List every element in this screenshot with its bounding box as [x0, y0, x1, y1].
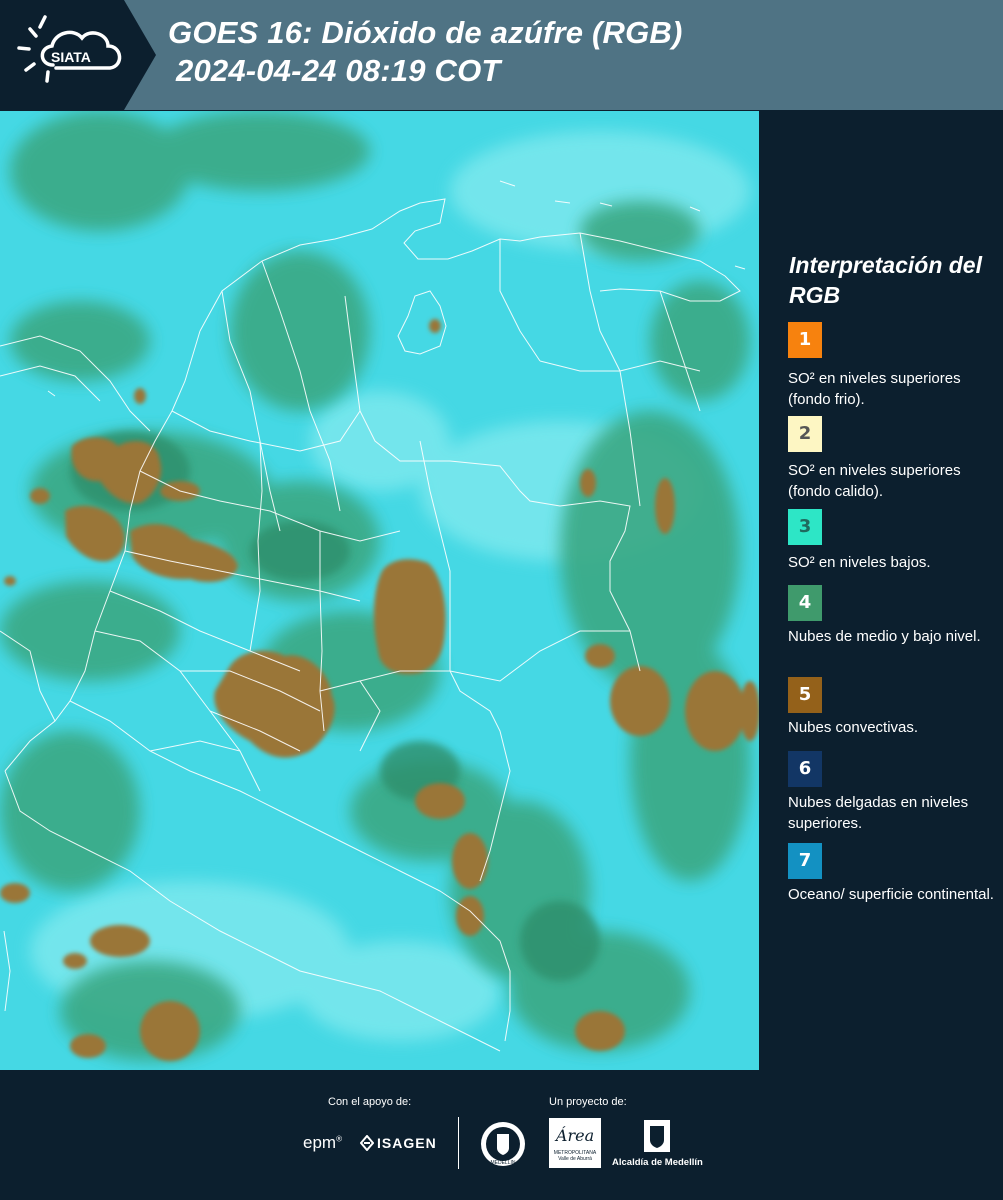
- legend-label-5: Nubes convectivas.: [788, 719, 919, 736]
- alcaldia-medellin-logo: Alcaldía de Medellín: [612, 1118, 703, 1168]
- epm-logo: epm®: [303, 1133, 342, 1152]
- legend-swatch-2: 2: [788, 416, 822, 452]
- isagen-icon: [360, 1135, 374, 1151]
- project-label: Un proyecto de:: [549, 1096, 627, 1108]
- legend-label-7: Oceano/ superficie continental.: [788, 886, 994, 903]
- medellin-seal: MEDELLIN: [479, 1120, 527, 1173]
- area-metropolitana-logo: Área METROPOLITANA Valle de Aburrá: [549, 1118, 601, 1168]
- legend-label-6: Nubes delgadas en niveles superiores.: [788, 794, 969, 832]
- siata-logo: SIATA: [0, 0, 158, 110]
- legend-label-3: SO² en niveles bajos.: [788, 554, 931, 571]
- support-label: Con el apoyo de:: [328, 1096, 412, 1108]
- satellite-map: [0, 111, 759, 1070]
- svg-text:MEDELLIN: MEDELLIN: [490, 1160, 515, 1166]
- header-bar: SIATA GOES 16: Dióxido de azúfre (RGB) 2…: [0, 0, 1003, 110]
- page-timestamp: 2024-04-24 08:19 COT: [176, 53, 501, 88]
- legend-swatch-7: 7: [788, 843, 822, 879]
- page-title: GOES 16: Dióxido de azúfre (RGB): [168, 15, 683, 50]
- legend-swatch-4: 4: [788, 585, 822, 621]
- footer-divider: [458, 1117, 459, 1169]
- legend-swatch-6: 6: [788, 751, 822, 787]
- legend-title: Interpretación del RGB: [789, 252, 982, 308]
- legend-swatch-3: 3: [788, 509, 822, 545]
- legend-label-2: SO² en niveles superiores (fondo calido)…: [788, 462, 961, 500]
- siata-logo-text: SIATA: [51, 49, 91, 65]
- footer: Con el apoyo de: Un proyecto de: epm® IS…: [0, 1070, 1003, 1200]
- legend-swatch-5: 5: [788, 677, 822, 713]
- legend-label-1: SO² en niveles superiores (fondo frio).: [788, 370, 961, 408]
- legend-panel: Interpretación del RGB 1 SO² en niveles s…: [760, 111, 1003, 1070]
- legend-label-4: Nubes de medio y bajo nivel.: [788, 628, 981, 645]
- legend-swatch-1: 1: [788, 322, 822, 358]
